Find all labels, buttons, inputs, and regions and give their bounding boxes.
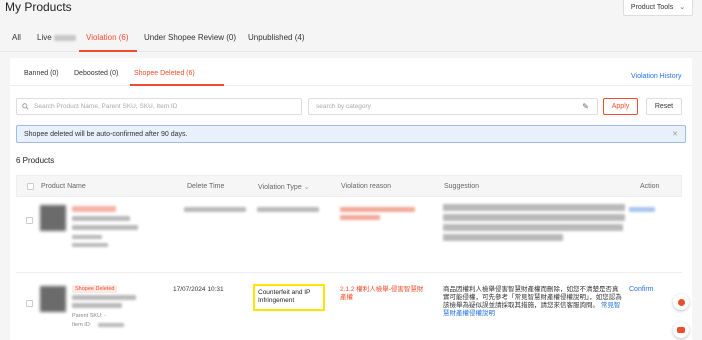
category-placeholder: search by category (316, 103, 371, 110)
blurred-text (72, 225, 138, 230)
suggestion-text: 商品因權利人檢舉侵害智慧財產權而刪除，如您不清楚是否真實可能侵權，可先參考「常見… (443, 286, 622, 309)
violation-reason: 2.1.2 權利人檢舉-侵害智慧財產權 (340, 286, 424, 301)
blurred-action (629, 207, 655, 212)
blurred-text (443, 204, 625, 211)
item-id: Item ID: (72, 322, 92, 328)
blurred-text (257, 207, 319, 212)
blurred-product-name (72, 303, 122, 308)
table-row: Shopee Deleted Parent SKU: - Item ID: 17… (16, 273, 682, 340)
tab-all-label: All (12, 33, 21, 42)
col-product-name: Product Name (41, 183, 86, 190)
subtab-shopee-deleted[interactable]: Shopee Deleted (6) (134, 70, 195, 77)
row-checkbox[interactable] (26, 300, 33, 307)
col-suggestion: Suggestion (444, 183, 480, 190)
blurred-badge (72, 206, 116, 212)
product-tools-button[interactable]: Product Tools ⌄ (623, 0, 693, 16)
search-placeholder: Search Product Name, Parent SKU, SKU, It… (34, 103, 178, 110)
blurred-product-name (72, 295, 136, 300)
violation-history-link[interactable]: Violation History (631, 73, 681, 80)
search-row: Search Product Name, Parent SKU, SKU, It… (16, 98, 686, 116)
confirm-button[interactable]: Confirm (629, 286, 654, 293)
blurred-item-id (98, 323, 124, 327)
blurred-text (340, 215, 380, 220)
top-bar: My Products Product Tools ⌄ (0, 0, 702, 24)
tab-unpublished[interactable]: Unpublished (4) (248, 33, 304, 42)
blurred-text (184, 207, 246, 212)
blurred-text (72, 216, 130, 221)
subtab-banned[interactable]: Banned (0) (24, 70, 59, 77)
blurred-text (72, 235, 102, 239)
message-icon[interactable] (673, 322, 689, 338)
subtab-deboosted[interactable]: Deboosted (0) (74, 70, 118, 77)
tab-unpublished-label: Unpublished (4) (248, 33, 305, 42)
close-icon[interactable]: ✕ (672, 130, 678, 138)
parent-sku: Parent SKU: - (72, 313, 106, 319)
row-checkbox[interactable] (26, 217, 33, 224)
violation-type: Counterfeit and IP Infringement (253, 284, 325, 311)
search-icon (22, 103, 29, 110)
chevron-down-icon: ⌄ (679, 4, 686, 11)
suggestion: 商品因權利人檢舉侵害智慧財產權而刪除，如您不清楚是否真實可能侵權，可先參考「常見… (443, 286, 623, 318)
page: My Products Product Tools ⌄ All Live Vio… (0, 0, 702, 340)
col-delete-time: Delete Time (187, 183, 225, 190)
blurred-text (443, 224, 623, 231)
blurred-text (443, 214, 625, 221)
chat-bubble-icon[interactable] (673, 294, 689, 310)
main-tabs: All Live Violation (6) Under Shopee Revi… (0, 26, 702, 52)
page-title: My Products (5, 0, 72, 14)
product-tools-label: Product Tools (630, 3, 674, 11)
table-row (16, 198, 682, 273)
chevron-down-icon: ⌄ (303, 184, 310, 191)
col-violation-type[interactable]: Violation Type ⌄ (258, 183, 310, 191)
blurred-text (443, 234, 563, 241)
notice-text: Shopee deleted will be auto-confirmed af… (24, 130, 188, 138)
select-all-checkbox[interactable] (27, 183, 34, 190)
live-count-blurred (53, 34, 76, 41)
tab-violation[interactable]: Violation (6) (86, 33, 129, 42)
reset-button[interactable]: Reset (646, 98, 682, 115)
col-action: Action (640, 183, 660, 190)
tab-live[interactable]: Live (37, 33, 76, 42)
product-count: 6 Products (16, 156, 55, 165)
tab-under-review[interactable]: Under Shopee Review (0) (144, 33, 236, 42)
tab-violation-label: Violation (6) (86, 33, 129, 42)
sub-tabs: Banned (0) Deboosted (0) Shopee Deleted … (10, 58, 692, 86)
table-header: Product Name Delete Time Violation Type … (16, 175, 682, 197)
col-violation-reason: Violation reason (341, 183, 392, 190)
blurred-text (340, 207, 415, 212)
pencil-icon[interactable]: ✎ (582, 102, 589, 111)
search-input[interactable]: Search Product Name, Parent SKU, SKU, It… (16, 98, 302, 115)
category-input[interactable]: search by category ✎ (308, 98, 598, 115)
delete-time: 17/07/2024 10:31 (173, 286, 224, 293)
tab-all[interactable]: All (12, 33, 21, 42)
tab-under-review-label: Under Shopee Review (0) (144, 33, 237, 42)
content-card: Banned (0) Deboosted (0) Shopee Deleted … (10, 58, 692, 340)
active-tab-underline (79, 50, 137, 52)
notice-banner: Shopee deleted will be auto-confirmed af… (16, 125, 686, 143)
tab-live-label: Live (37, 33, 52, 42)
shopee-deleted-badge: Shopee Deleted (72, 285, 118, 293)
apply-button[interactable]: Apply (603, 98, 638, 115)
product-thumbnail (40, 286, 66, 312)
col-violation-type-label: Violation Type (258, 184, 302, 191)
product-thumbnail (40, 205, 66, 231)
blurred-text (72, 243, 108, 247)
active-subtab-underline (130, 84, 224, 86)
